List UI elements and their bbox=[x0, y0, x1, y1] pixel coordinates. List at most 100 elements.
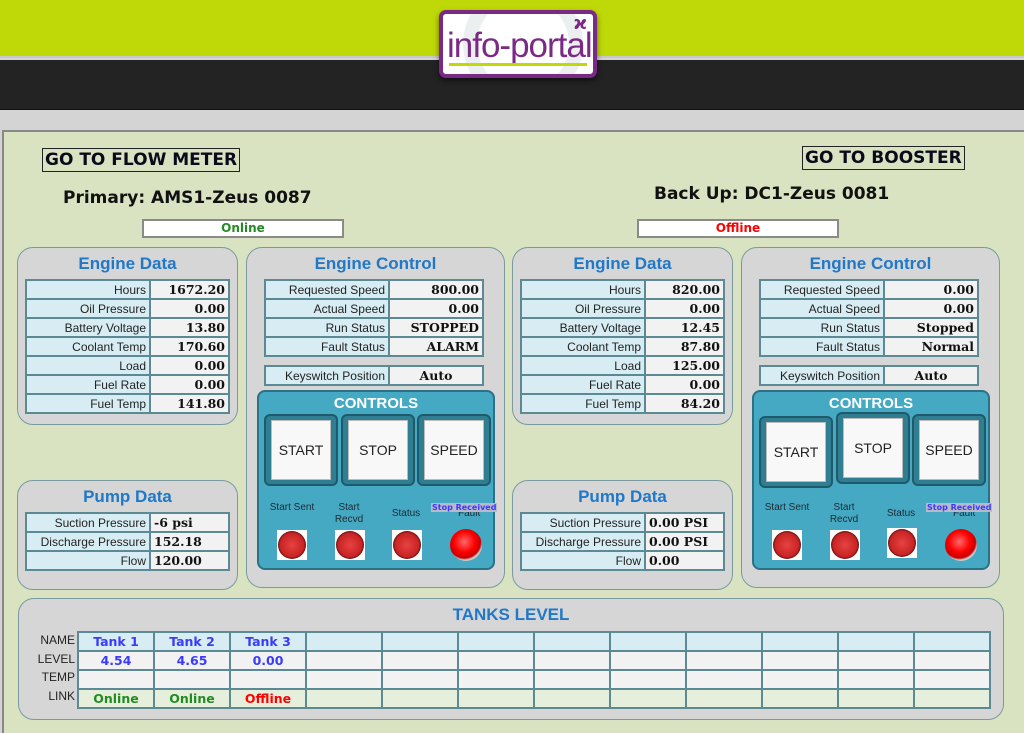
tank-cell-name bbox=[533, 631, 611, 652]
tank-cell-link bbox=[609, 688, 687, 709]
primary-speed-button[interactable]: SPEED bbox=[424, 420, 484, 480]
info-portal-logo[interactable]: ϰ info-portal bbox=[439, 10, 597, 78]
backup-engine-data-panel: Engine Data Hours 820.00 Oil Pressure 0.00 B… bbox=[512, 247, 733, 425]
fault-indicator-icon bbox=[945, 529, 977, 561]
row-value: 0.00 bbox=[883, 298, 979, 319]
panel-title: Engine Data bbox=[573, 254, 672, 273]
start-sent-label: Start Sent bbox=[269, 502, 315, 513]
row-value: 13.80 bbox=[149, 317, 230, 338]
tank-cell-name bbox=[457, 631, 535, 652]
data-row: Hours 820.00 bbox=[520, 279, 725, 300]
start-recvd-indicator-icon bbox=[830, 530, 860, 560]
tank-cell-temp bbox=[533, 669, 611, 690]
row-label: Requested Speed bbox=[264, 279, 390, 300]
tanks-row-label-level: LEVEL bbox=[37, 652, 75, 666]
row-label: Load bbox=[520, 355, 646, 376]
tank-cell-level: 4.54 bbox=[77, 650, 155, 671]
go-to-flow-meter-button[interactable]: GO TO FLOW METER bbox=[42, 148, 241, 172]
row-label: Fault Status bbox=[264, 336, 390, 357]
tank-cell-name bbox=[609, 631, 687, 652]
primary-keyswitch-table: Keyswitch Position Auto bbox=[264, 365, 484, 386]
backup-stop-button[interactable]: STOP bbox=[843, 418, 903, 478]
panel-title: Engine Data bbox=[78, 254, 177, 273]
backup-speed-button[interactable]: SPEED bbox=[919, 420, 979, 480]
row-value: 1672.20 bbox=[149, 279, 230, 300]
primary-unit-title: Primary: AMS1-Zeus 0087 bbox=[63, 188, 312, 208]
primary-stop-button[interactable]: STOP bbox=[348, 420, 408, 480]
row-value: 820.00 bbox=[644, 279, 725, 300]
data-row: Hours 1672.20 bbox=[25, 279, 230, 300]
tank-cell-link bbox=[837, 688, 915, 709]
panel-title: Pump Data bbox=[83, 487, 172, 506]
data-row: Battery Voltage 12.45 bbox=[520, 317, 725, 338]
tank-cell-level: 4.65 bbox=[153, 650, 231, 671]
status-indicator-icon bbox=[392, 530, 422, 560]
backup-status-badge: Offline bbox=[637, 219, 839, 238]
data-row: Flow 120.00 bbox=[25, 550, 230, 571]
tank-cell-name bbox=[837, 631, 915, 652]
tanks-level-title: TANKS LEVEL bbox=[452, 605, 570, 624]
row-value: 12.45 bbox=[644, 317, 725, 338]
row-label: Load bbox=[25, 355, 151, 376]
row-value: 87.80 bbox=[644, 336, 725, 357]
backup-pump-data-panel: Pump Data Suction Pressure 0.00 PSI Discha… bbox=[512, 480, 733, 590]
tanks-row-label-link: LINK bbox=[48, 689, 75, 703]
tank-cell-link: Offline bbox=[229, 688, 307, 709]
backup-keyswitch-table: Keyswitch Position Auto bbox=[759, 365, 979, 386]
tank-cell-temp bbox=[685, 669, 763, 690]
row-label: Coolant Temp bbox=[25, 336, 151, 357]
tank-cell-link bbox=[533, 688, 611, 709]
tank-cell-link bbox=[305, 688, 383, 709]
data-row: Oil Pressure 0.00 bbox=[520, 298, 725, 319]
backup-pump-data-table: Suction Pressure 0.00 PSI Discharge Pressu… bbox=[520, 512, 725, 571]
row-label: Discharge Pressure bbox=[520, 531, 646, 552]
data-row: Battery Voltage 13.80 bbox=[25, 317, 230, 338]
stop-received-message: Stop Received bbox=[926, 503, 993, 512]
row-label: Run Status bbox=[759, 317, 885, 338]
tank-cell-name bbox=[305, 631, 383, 652]
tank-cell-level bbox=[761, 650, 839, 671]
tank-cell-name: Tank 2 bbox=[153, 631, 231, 652]
row-label: Fault Status bbox=[759, 336, 885, 357]
backup-unit-title: Back Up: DC1-Zeus 0081 bbox=[654, 184, 890, 204]
primary-pump-data-panel: Pump Data Suction Pressure -6 psi Discharg… bbox=[17, 480, 238, 590]
row-label: Coolant Temp bbox=[520, 336, 646, 357]
row-label: Oil Pressure bbox=[25, 298, 151, 319]
row-value: 0.00 PSI bbox=[644, 531, 725, 552]
keyswitch-value: Auto bbox=[883, 365, 979, 386]
row-label: Hours bbox=[25, 279, 151, 300]
row-value: 800.00 bbox=[388, 279, 484, 300]
row-label: Battery Voltage bbox=[25, 317, 151, 338]
row-label: Oil Pressure bbox=[520, 298, 646, 319]
backup-engine-control-table: Requested Speed 0.00 Actual Speed 0.00 Run S… bbox=[759, 279, 979, 357]
data-row: Run Status STOPPED bbox=[264, 317, 484, 338]
tanks-table: Tank 1 Tank 2 Tank 3 4.54 4.65 0.00 Online Onli… bbox=[77, 631, 991, 709]
tanks-row-label-temp: TEMP bbox=[41, 670, 75, 684]
fault-indicator-icon bbox=[450, 529, 482, 561]
row-label: Suction Pressure bbox=[25, 512, 151, 533]
row-value: ALARM bbox=[388, 336, 484, 357]
tank-cell-temp bbox=[77, 669, 155, 690]
tank-cell-name: Tank 3 bbox=[229, 631, 307, 652]
tank-cell-link: Online bbox=[77, 688, 155, 709]
row-label: Hours bbox=[520, 279, 646, 300]
backup-start-button[interactable]: START bbox=[766, 422, 826, 482]
tank-cell-temp bbox=[229, 669, 307, 690]
row-value: 84.20 bbox=[644, 393, 725, 414]
row-label: Flow bbox=[520, 550, 646, 571]
speed-button-frame: SPEED bbox=[417, 414, 491, 486]
row-value: 120.00 bbox=[149, 550, 230, 571]
primary-start-button[interactable]: START bbox=[271, 420, 331, 480]
keyswitch-label: Keyswitch Position bbox=[759, 365, 885, 386]
row-label: Suction Pressure bbox=[520, 512, 646, 533]
go-to-booster-button[interactable]: GO TO BOOSTER bbox=[802, 146, 965, 170]
start-sent-indicator-icon bbox=[277, 530, 307, 560]
row-label: Run Status bbox=[264, 317, 390, 338]
data-row: Discharge Pressure 0.00 PSI bbox=[520, 531, 725, 552]
data-row: Coolant Temp 170.60 bbox=[25, 336, 230, 357]
tank-cell-link bbox=[457, 688, 535, 709]
logo-underline bbox=[449, 63, 587, 66]
stop-received-message: Stop Received bbox=[431, 503, 498, 512]
data-row: Fuel Rate 0.00 bbox=[520, 374, 725, 395]
tank-cell-link bbox=[381, 688, 459, 709]
